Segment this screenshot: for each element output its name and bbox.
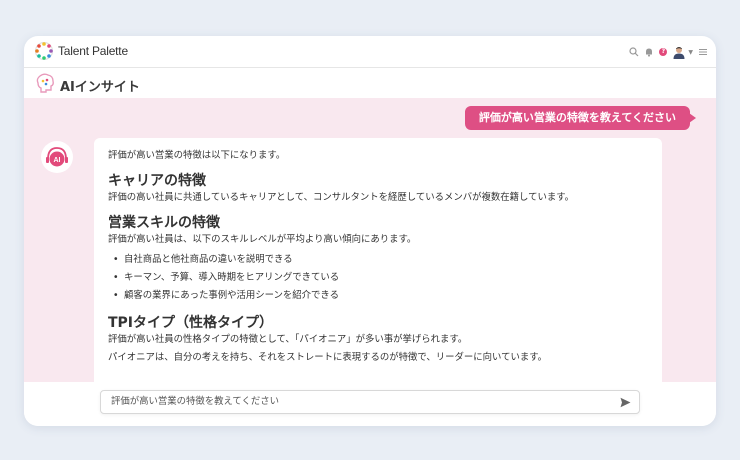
help-badge-icon[interactable]: ? (659, 48, 668, 56)
brand-logo[interactable]: Talent Palette (34, 41, 128, 61)
brand-name: Talent Palette (58, 44, 128, 58)
app-window: Talent Palette ? ▼ AIインサイト 評価が高い営業の特徴を教え… (24, 36, 716, 426)
career-body: 評価の高い社員に共通しているキャリアとして、コンサルタントを経歴しているメンバが… (108, 192, 575, 203)
skill-list: 自社商品と他社商品の違いを説明できる キーマン、予算、導入時期をヒアリングできて… (108, 251, 648, 305)
list-item: 顧客の業界にあった事例や活用シーンを紹介できる (108, 287, 648, 305)
sales-skill-body: 評価が高い社員は、以下のスキルレベルが平均より高い傾向にあります。 (108, 234, 417, 245)
bell-icon[interactable] (644, 47, 654, 57)
talent-palette-logo-icon (35, 42, 53, 60)
tpi-body-detail: パイオニアは、自分の考えを持ち、それをストレートに表現するのが特徴で、リーダーに… (108, 352, 548, 363)
svg-text:AI: AI (54, 157, 61, 164)
page-title: AIインサイト (60, 80, 140, 95)
list-item: 自社商品と他社商品の違いを説明できる (108, 251, 648, 269)
career-heading: キャリアの特徴 (108, 173, 206, 189)
sales-skill-heading: 営業スキルの特徴 (108, 215, 220, 231)
ai-brain-icon (36, 73, 54, 93)
chat-area: 評価が高い営業の特徴を教えてください AI 評価が高い営業の特徴は以下になります… (24, 98, 716, 382)
tpi-body: 評価が高い社員の性格タイプの特徴として、「パイオニア」が多い事が挙げられます。 (108, 334, 468, 345)
chat-input-area: 評価が高い営業の特徴を教えてください (24, 382, 716, 426)
tpi-heading: TPIタイプ（性格タイプ） (108, 315, 274, 331)
top-nav-bar: Talent Palette ? ▼ (24, 36, 716, 68)
user-message-bubble: 評価が高い営業の特徴を教えてください (464, 106, 697, 130)
chat-input[interactable]: 評価が高い営業の特徴を教えてください (100, 390, 640, 414)
user-avatar-icon[interactable] (672, 45, 686, 59)
ai-bot-avatar-icon: AI (41, 141, 73, 173)
search-icon[interactable] (629, 47, 639, 57)
ai-answer-card: 評価が高い営業の特徴は以下になります。 キャリアの特徴 評価の高い社員に共通して… (94, 138, 662, 382)
nav-icon-group: ? ▼ (629, 45, 708, 59)
answer-intro: 評価が高い営業の特徴は以下になります。 (108, 150, 286, 161)
hamburger-menu-icon[interactable] (698, 47, 708, 57)
send-icon[interactable] (620, 397, 631, 408)
list-item: キーマン、予算、導入時期をヒアリングできている (108, 269, 648, 287)
section-header: AIインサイト (24, 69, 716, 98)
chat-input-value: 評価が高い営業の特徴を教えてください (111, 396, 280, 407)
chevron-down-icon[interactable]: ▼ (688, 49, 693, 56)
